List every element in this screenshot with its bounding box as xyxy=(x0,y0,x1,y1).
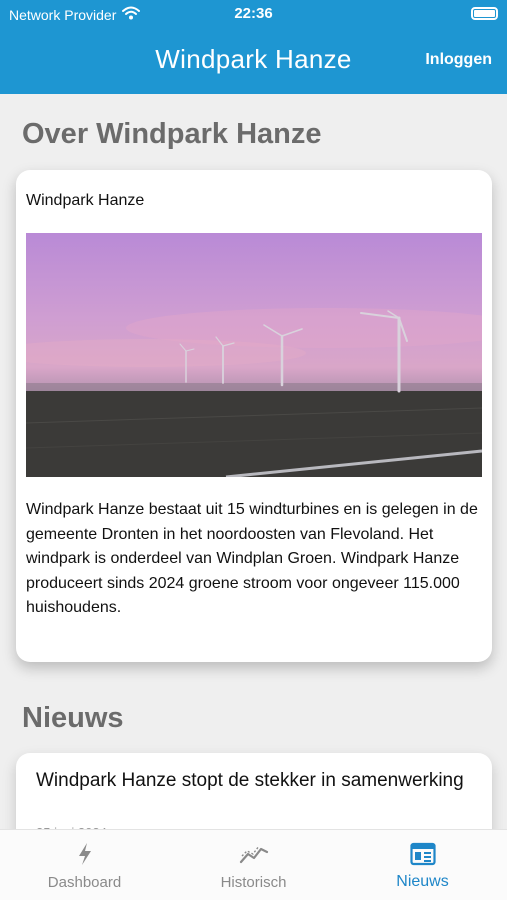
about-section-title: Over Windpark Hanze xyxy=(22,118,322,150)
bolt-icon xyxy=(0,842,169,866)
windpark-photo xyxy=(26,233,482,477)
about-card-title: Windpark Hanze xyxy=(26,192,145,209)
tab-historisch-label: Historisch xyxy=(220,874,287,891)
tab-dashboard-label: Dashboard xyxy=(47,874,122,891)
trend-chart-icon xyxy=(169,842,338,866)
news-section-title: Nieuws xyxy=(22,702,124,734)
status-time: 22:36 xyxy=(234,5,273,22)
tab-dashboard[interactable]: Dashboard xyxy=(0,830,169,900)
about-card: Windpark Hanze Windpark Hanze bestaat ui… xyxy=(16,170,492,662)
tab-nieuws-label: Nieuws xyxy=(396,873,449,890)
tab-historisch[interactable]: Historisch xyxy=(169,830,338,900)
tab-nieuws[interactable]: Nieuws xyxy=(338,830,507,900)
news-headline: Windpark Hanze stopt de stekker in samen… xyxy=(36,770,464,791)
login-button[interactable]: Inloggen xyxy=(425,51,492,69)
battery-icon xyxy=(471,7,498,20)
about-description: Windpark Hanze bestaat uit 15 windturbin… xyxy=(26,501,478,616)
status-bar: Network Provider 22:36 xyxy=(0,0,507,28)
news-icon xyxy=(338,842,507,866)
tab-bar: Dashboard Historisch Nieuws xyxy=(0,829,507,900)
app-header: Network Provider 22:36 Windpark Hanze In… xyxy=(0,0,507,94)
